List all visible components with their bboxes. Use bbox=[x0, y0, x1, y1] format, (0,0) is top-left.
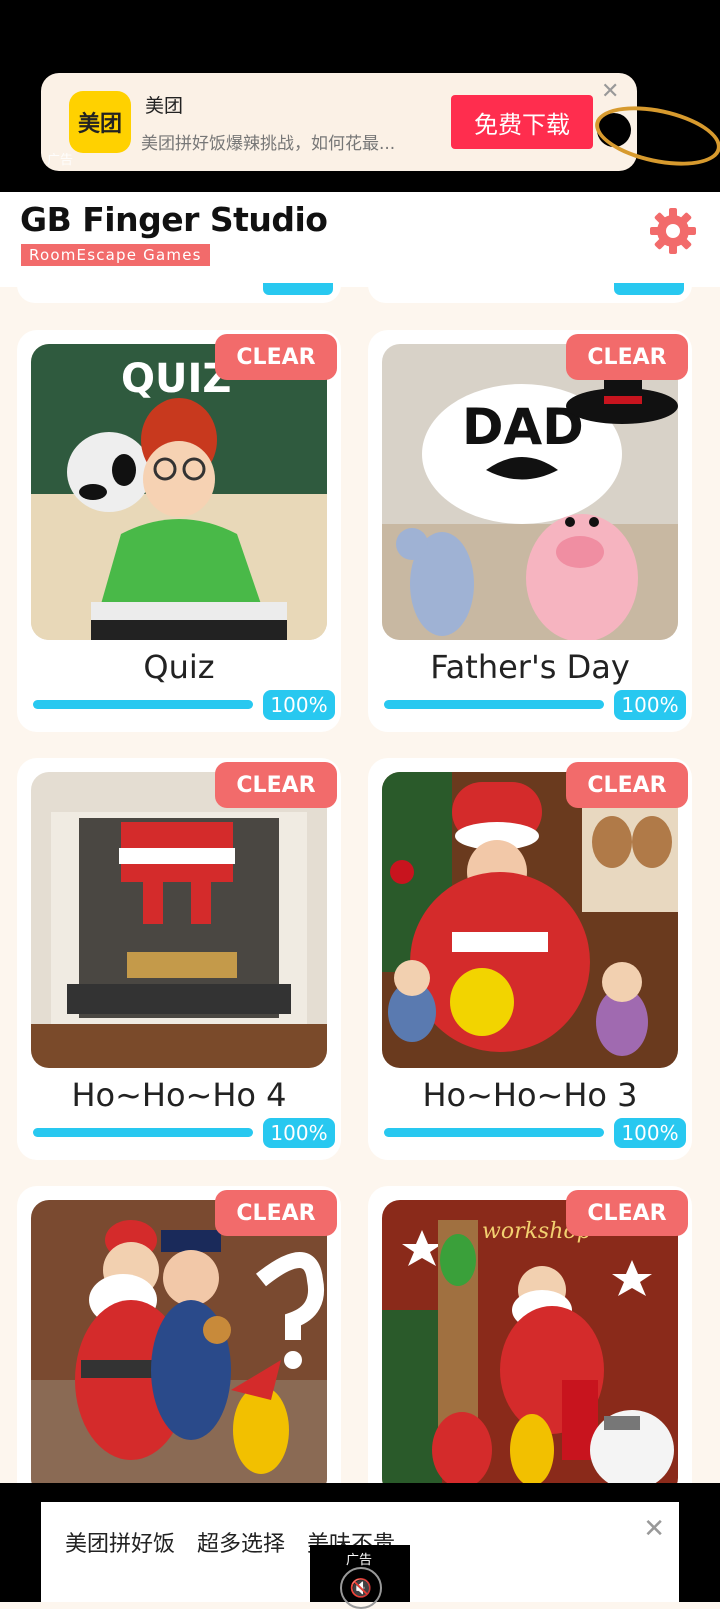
studio-subtitle: RoomEscape Games bbox=[21, 244, 210, 266]
game-thumbnail: QUIZ bbox=[31, 344, 327, 640]
game-card-hohoho-3[interactable]: CLEAR Ho~Ho~Ho 3 100% bbox=[368, 758, 692, 1160]
clear-badge: CLEAR bbox=[566, 762, 688, 808]
clear-badge: CLEAR bbox=[215, 1190, 337, 1236]
progress-badge: 100% bbox=[263, 690, 335, 720]
gear-icon[interactable] bbox=[648, 206, 698, 256]
game-thumbnail bbox=[31, 1200, 327, 1496]
ad-chip: 广告 🔇 bbox=[310, 1545, 410, 1609]
game-title: Quiz bbox=[143, 648, 215, 686]
game-thumbnail bbox=[31, 772, 327, 1068]
app-header: GB Finger Studio RoomEscape Games bbox=[0, 192, 720, 287]
game-card-fathers-day[interactable]: DAD CLEAR Father's Day 100% bbox=[368, 330, 692, 732]
progress-badge bbox=[263, 283, 333, 295]
progress-bar bbox=[33, 1128, 253, 1137]
ad-label: 广告 bbox=[346, 1553, 373, 1568]
ad-description: 美团拼好饭爆辣挑战，如何花最... bbox=[141, 134, 396, 154]
dad-sign-text: DAD bbox=[462, 398, 584, 456]
studio-title: GB Finger Studio bbox=[20, 200, 328, 239]
clear-badge: CLEAR bbox=[215, 334, 337, 380]
ad-download-button[interactable]: 免费下载 bbox=[451, 95, 593, 149]
progress-bar bbox=[33, 700, 253, 709]
top-ad-banner[interactable]: 美团 美团 美团拼好饭爆辣挑战，如何花最... 免费下载 ✕ 广告 bbox=[41, 73, 720, 176]
progress-badge: 100% bbox=[614, 690, 686, 720]
game-title: Ho~Ho~Ho 4 bbox=[71, 1076, 287, 1114]
game-thumbnail: DAD bbox=[382, 344, 678, 640]
clear-badge: CLEAR bbox=[566, 334, 688, 380]
progress-bar bbox=[384, 1128, 604, 1137]
game-thumbnail bbox=[382, 772, 678, 1068]
game-title: Father's Day bbox=[430, 648, 630, 686]
progress-badge bbox=[614, 283, 684, 295]
previous-card-edge[interactable] bbox=[368, 279, 692, 303]
clear-badge: CLEAR bbox=[566, 1190, 688, 1236]
game-title: Ho~Ho~Ho 3 bbox=[422, 1076, 638, 1114]
mute-icon[interactable]: 🔇 bbox=[340, 1567, 382, 1609]
progress-badge: 100% bbox=[263, 1118, 335, 1148]
game-card-hohoho-4[interactable]: CLEAR Ho~Ho~Ho 4 100% bbox=[17, 758, 341, 1160]
progress-badge: 100% bbox=[614, 1118, 686, 1148]
meituan-logo: 美团 bbox=[69, 91, 131, 153]
game-thumbnail: workshop bbox=[382, 1200, 678, 1496]
ad-label: 广告 bbox=[47, 153, 74, 168]
bottom-ad-close-icon[interactable]: ✕ bbox=[643, 1514, 665, 1544]
ad-close-icon[interactable]: ✕ bbox=[601, 79, 619, 104]
clear-badge: CLEAR bbox=[215, 762, 337, 808]
previous-card-edge[interactable] bbox=[17, 279, 341, 303]
ad-app-name: 美团 bbox=[145, 95, 184, 117]
progress-bar bbox=[384, 700, 604, 709]
game-card-quiz[interactable]: QUIZ CLEAR Quiz 100% bbox=[17, 330, 341, 732]
